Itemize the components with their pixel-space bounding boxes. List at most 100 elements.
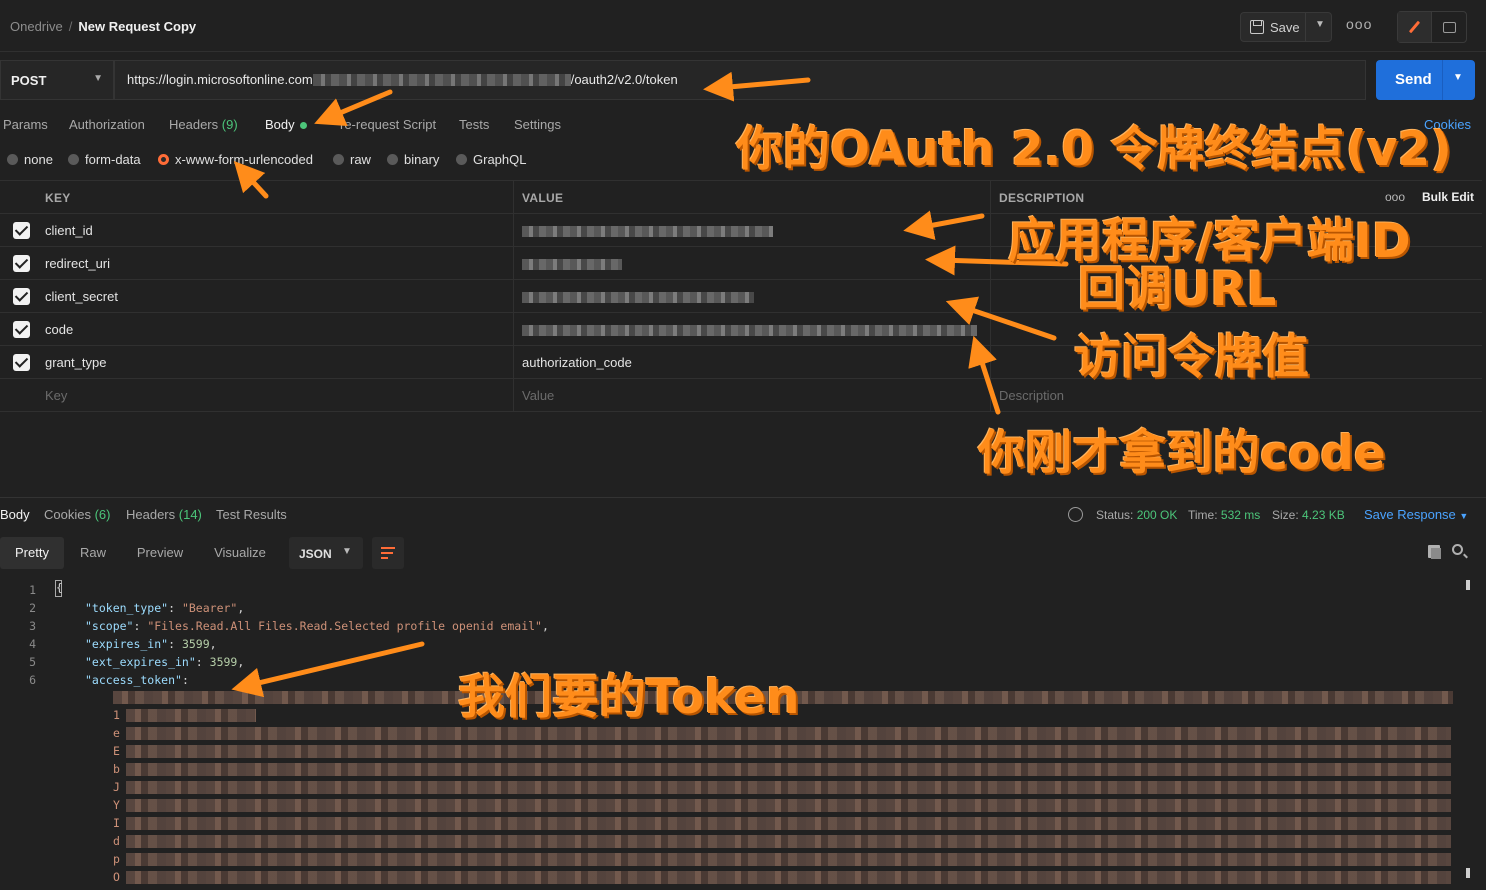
globe-icon[interactable] <box>1068 507 1083 522</box>
view-visualize[interactable]: Visualize <box>206 537 274 569</box>
chevron-down-icon[interactable]: ▼ <box>1315 19 1325 30</box>
row-checkbox[interactable] <box>13 255 30 272</box>
json-line-expires-in: "expires_in": 3599, <box>85 637 217 651</box>
radio-form-data[interactable] <box>68 154 79 165</box>
response-tab-headers[interactable]: Headers (14) <box>126 507 202 522</box>
response-body-editor[interactable]: 1 2 3 4 5 6 { "token_type": "Bearer", "s… <box>0 580 1460 890</box>
body-type-raw-label: raw <box>350 152 371 167</box>
radio-binary[interactable] <box>387 154 398 165</box>
row-checkbox[interactable] <box>13 321 30 338</box>
copy-icon[interactable] <box>1428 545 1441 559</box>
breadcrumb-collection[interactable]: Onedrive <box>10 19 63 34</box>
more-options-icon[interactable]: ooo <box>1346 16 1372 32</box>
wrap-icon <box>381 547 395 549</box>
json-key: "expires_in" <box>85 637 169 651</box>
json-line-ext-expires-in: "ext_expires_in": 3599, <box>85 655 244 669</box>
redacted-token-line <box>126 727 1451 740</box>
method-select[interactable]: POST ▼ <box>0 60 114 100</box>
headers-count: (9) <box>221 117 238 132</box>
url-prefix: https://login.microsoftonline.com <box>127 72 313 87</box>
chevron-down-icon[interactable]: ▼ <box>1453 72 1463 83</box>
line-number: 1 <box>29 583 36 597</box>
chevron-down-icon: ▼ <box>93 73 103 84</box>
column-divider <box>513 180 514 411</box>
json-comma: , <box>541 619 549 633</box>
view-raw[interactable]: Raw <box>72 537 114 569</box>
redacted-value[interactable] <box>522 292 754 303</box>
wrap-icon-line <box>381 552 393 554</box>
redacted-token-line <box>126 709 256 722</box>
tab-prerequest-script[interactable]: re-request Script <box>340 117 436 132</box>
save-button[interactable]: Save ▼ <box>1240 12 1332 42</box>
json-comma: , <box>237 601 245 615</box>
param-key[interactable]: grant_type <box>45 355 106 370</box>
url-input[interactable]: https://login.microsoftonline.com/oauth2… <box>114 60 1366 100</box>
redacted-value[interactable] <box>522 226 773 237</box>
view-preview[interactable]: Preview <box>130 537 190 569</box>
body-type-none[interactable]: none <box>7 152 53 167</box>
param-key[interactable]: code <box>45 322 73 337</box>
save-icon <box>1250 20 1264 34</box>
tab-params[interactable]: Params <box>3 117 48 132</box>
new-value-input[interactable]: Value <box>522 388 554 403</box>
redacted-value[interactable] <box>522 259 622 270</box>
json-line-token-type: "token_type": "Bearer", <box>85 601 244 615</box>
body-type-none-label: none <box>24 152 53 167</box>
body-type-graphql[interactable]: GraphQL <box>456 152 526 167</box>
response-tab-cookies-label: Cookies <box>44 507 91 522</box>
param-key[interactable]: redirect_uri <box>45 256 110 271</box>
request-title[interactable]: New Request Copy <box>78 19 196 34</box>
response-tab-body[interactable]: Body <box>0 507 30 522</box>
search-icon[interactable] <box>1452 544 1463 555</box>
tab-headers[interactable]: Headers (9) <box>169 117 238 132</box>
json-line-scope: "scope": "Files.Read.All Files.Read.Sele… <box>85 619 549 633</box>
tab-settings[interactable]: Settings <box>514 117 561 132</box>
tab-tests[interactable]: Tests <box>459 117 489 132</box>
editor-scrollbar-thumb[interactable] <box>1466 580 1470 590</box>
wrap-lines-button[interactable] <box>372 537 404 569</box>
radio-urlencoded[interactable] <box>158 154 169 165</box>
param-key[interactable]: client_secret <box>45 289 118 304</box>
response-tab-cookies[interactable]: Cookies (6) <box>44 507 110 522</box>
response-divider[interactable] <box>0 497 1486 498</box>
status-readout: Status: 200 OK <box>1096 508 1177 522</box>
tab-authorization[interactable]: Authorization <box>69 117 145 132</box>
json-comma: , <box>209 637 217 651</box>
editor-scrollbar-thumb[interactable] <box>1466 868 1470 878</box>
comment-mode-button[interactable] <box>1432 12 1466 42</box>
row-checkbox[interactable] <box>13 288 30 305</box>
radio-raw[interactable] <box>333 154 344 165</box>
json-colon: : <box>133 619 148 633</box>
breadcrumb-separator: / <box>68 19 73 34</box>
view-pretty[interactable]: Pretty <box>0 537 64 569</box>
size-value: 4.23 KB <box>1302 508 1345 522</box>
new-description-input[interactable]: Description <box>999 388 1064 403</box>
redacted-tenant <box>312 74 571 86</box>
json-value: "Bearer" <box>181 601 238 615</box>
body-active-dot <box>299 122 307 130</box>
param-value[interactable]: authorization_code <box>522 355 632 370</box>
size-readout: Size: 4.23 KB <box>1272 508 1345 522</box>
new-key-input[interactable]: Key <box>45 388 67 403</box>
radio-graphql[interactable] <box>456 154 467 165</box>
response-tab-test-results[interactable]: Test Results <box>216 507 287 522</box>
body-type-urlencoded[interactable]: x-www-form-urlencoded <box>158 152 313 167</box>
send-button[interactable]: Send ▼ <box>1376 60 1475 100</box>
row-checkbox[interactable] <box>13 354 30 371</box>
save-response-button[interactable]: Save Response ▼ <box>1364 507 1468 522</box>
body-type-form-data[interactable]: form-data <box>68 152 141 167</box>
redacted-value[interactable] <box>522 325 977 336</box>
body-type-binary[interactable]: binary <box>387 152 439 167</box>
bulk-edit-button[interactable]: Bulk Edit <box>1422 190 1474 204</box>
param-key[interactable]: client_id <box>45 223 93 238</box>
annotation-endpoint: 你的OAuth 2.0 令牌终结点(v2) <box>736 122 1452 177</box>
tab-body[interactable]: Body <box>265 117 307 132</box>
json-key: "ext_expires_in" <box>85 655 196 669</box>
token-char: E <box>113 744 120 758</box>
chevron-down-icon: ▼ <box>1459 511 1469 521</box>
row-checkbox[interactable] <box>13 222 30 239</box>
radio-none[interactable] <box>7 154 18 165</box>
body-type-raw[interactable]: raw <box>333 152 371 167</box>
format-select[interactable]: JSON ▼ <box>289 537 363 569</box>
edit-mode-button[interactable] <box>1398 12 1432 42</box>
